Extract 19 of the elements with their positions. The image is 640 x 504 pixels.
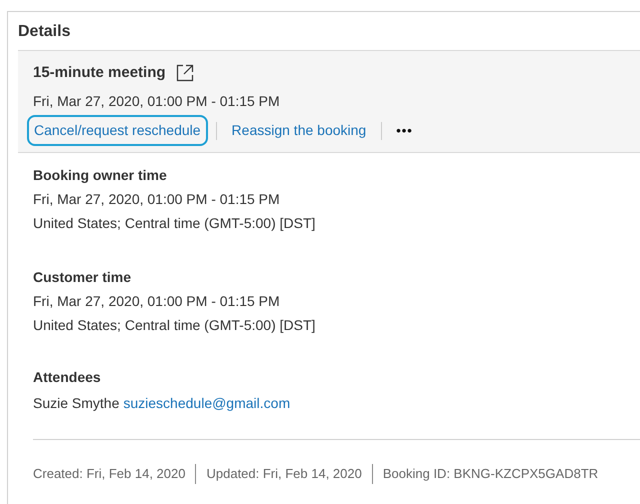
section-heading: Attendees — [33, 368, 102, 387]
meeting-time: Fri, Mar 27, 2020, 01:00 PM - 01:15 PM — [33, 92, 281, 111]
footer-text: Booking ID: BKNG-KZCPX5GAD8TR — [382, 465, 598, 484]
footer-text: Created: Fri, Feb 14, 2020 — [33, 465, 186, 484]
section-heading: Customer time — [33, 268, 132, 287]
action-link[interactable]: Reassign the booking — [224, 115, 374, 146]
section-text: Fri, Mar 27, 2020, 01:00 PM - 01:15 PM — [33, 292, 281, 311]
section-text: United States; Central time (GMT-5:00) [DST] — [33, 214, 316, 233]
external-link-icon[interactable] — [176, 64, 194, 82]
section-text: Fri, Mar 27, 2020, 01:00 PM - 01:15 PM — [33, 190, 281, 209]
more-button[interactable]: ••• — [390, 120, 419, 140]
panel-title: Details — [18, 22, 72, 42]
attendee-email[interactable]: suzieschedule@gmail.com — [123, 393, 290, 413]
section-heading: Booking owner time — [33, 166, 168, 185]
action-link[interactable]: Cancel/request reschedule — [27, 115, 208, 146]
attendee-name: Suzie Smythe — [33, 394, 120, 413]
meeting-title: 15-minute meeting — [33, 62, 166, 83]
footer-text: Updated: Fri, Feb 14, 2020 — [206, 465, 362, 484]
section-text: United States; Central time (GMT-5:00) [DST] — [33, 316, 316, 335]
